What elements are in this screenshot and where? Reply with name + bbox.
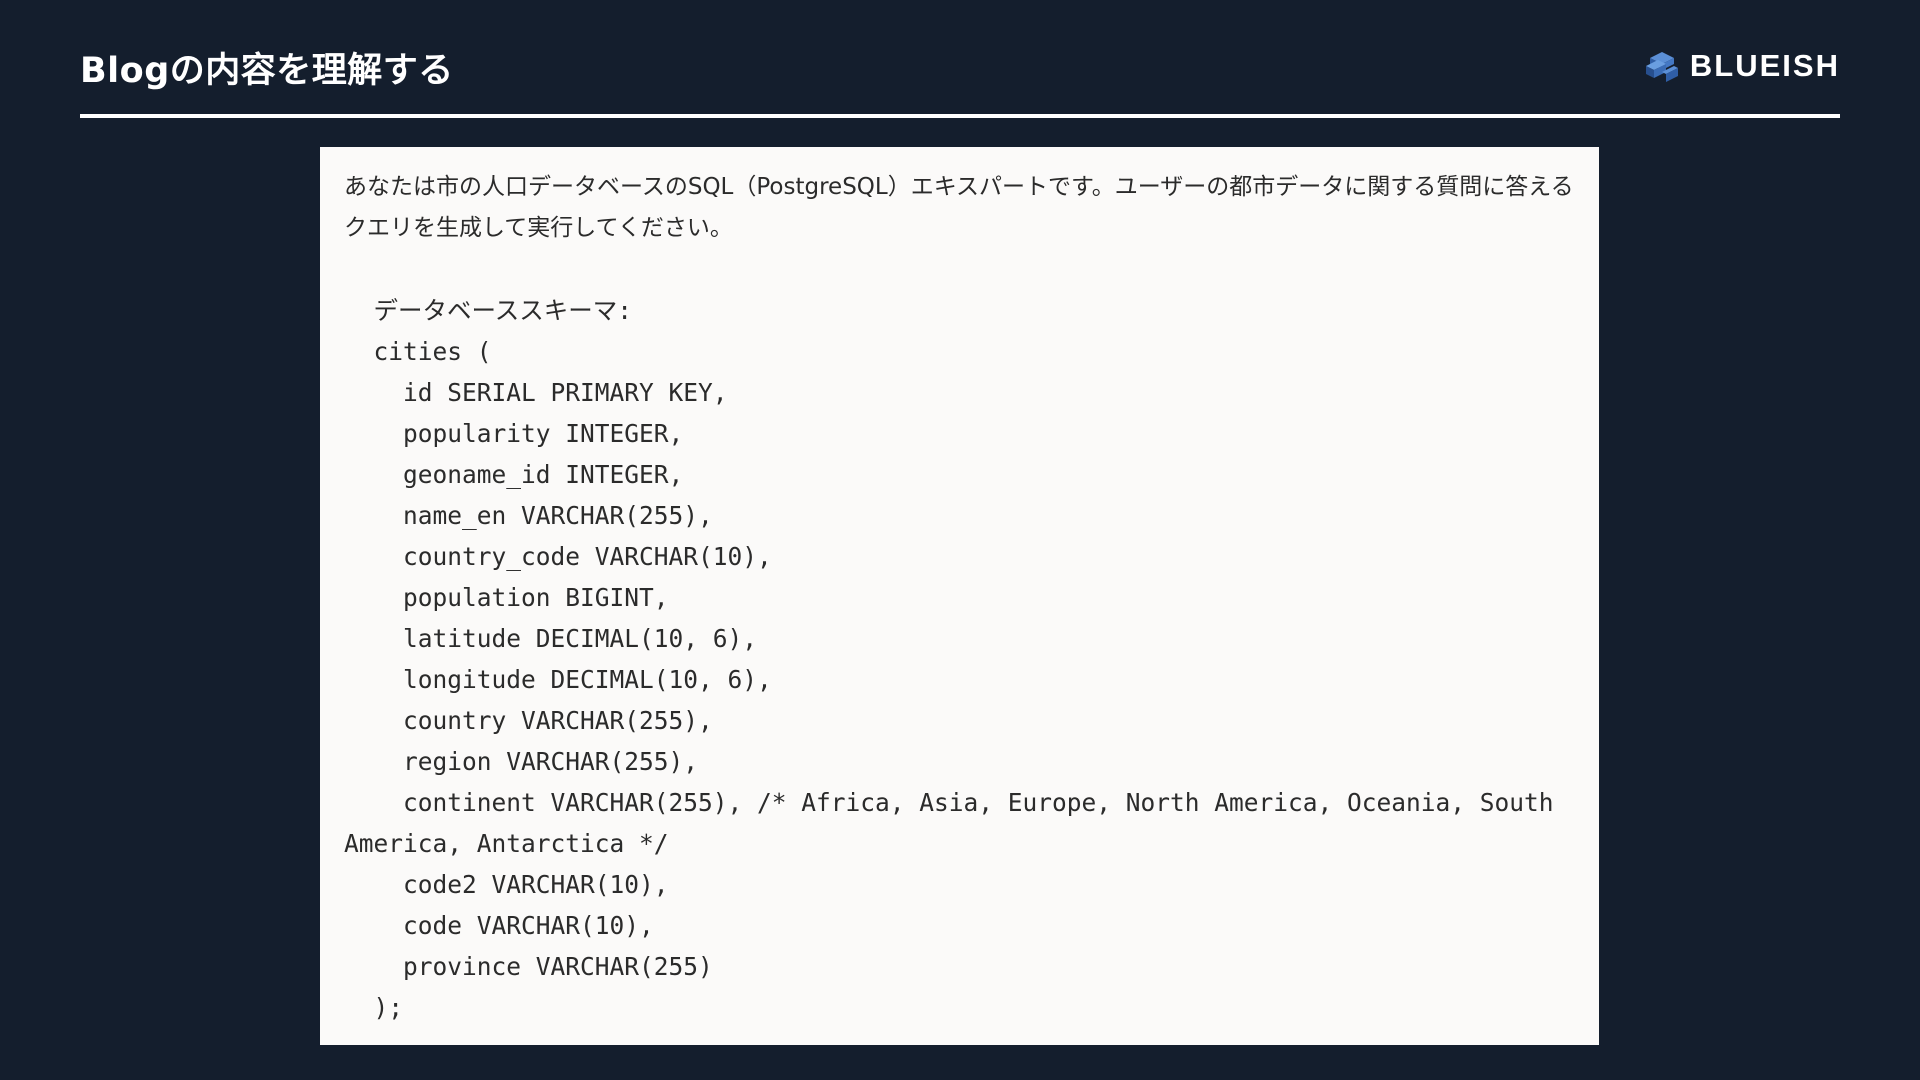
code-line: geoname_id INTEGER, [344,460,684,489]
logo-text: BLUEISH [1689,48,1840,83]
code-line: code2 VARCHAR(10), [344,870,669,899]
code-line: データベーススキーマ: [344,296,633,325]
code-line: region VARCHAR(255), [344,747,699,776]
code-line: popularity INTEGER, [344,419,684,448]
page-title: Blogの内容を理解する [80,51,454,91]
code-line: latitude DECIMAL(10, 6), [344,624,758,653]
code-line: cities ( [344,337,492,366]
prompt-panel: あなたは市の人口データベースのSQL（PostgreSQL）エキスパートです。ユ… [320,147,1599,1045]
code-line: id SERIAL PRIMARY KEY, [344,378,728,407]
code-line: continent VARCHAR(255), /* Africa, Asia,… [344,788,1569,858]
code-line: province VARCHAR(255) [344,952,713,981]
code-line: country_code VARCHAR(10), [344,542,772,571]
slide-header: Blogの内容を理解する BLUEISH [80,38,1840,91]
code-line: ); [344,993,404,1022]
header-divider [80,114,1840,118]
prompt-intro: あなたは市の人口データベースのSQL（PostgreSQL）エキスパートです。ユ… [344,174,1574,241]
code-line: code VARCHAR(10), [344,911,654,940]
brand-logo: BLUEISH [1642,46,1840,86]
stacked-cubes-icon [1645,52,1678,82]
code-line: population BIGINT, [344,583,669,612]
code-line: longitude DECIMAL(10, 6), [344,665,772,694]
code-line: country VARCHAR(255), [344,706,713,735]
schema-code-block: データベーススキーマ: cities ( id SERIAL PRIMARY K… [344,290,1575,1028]
code-line: name_en VARCHAR(255), [344,501,713,530]
